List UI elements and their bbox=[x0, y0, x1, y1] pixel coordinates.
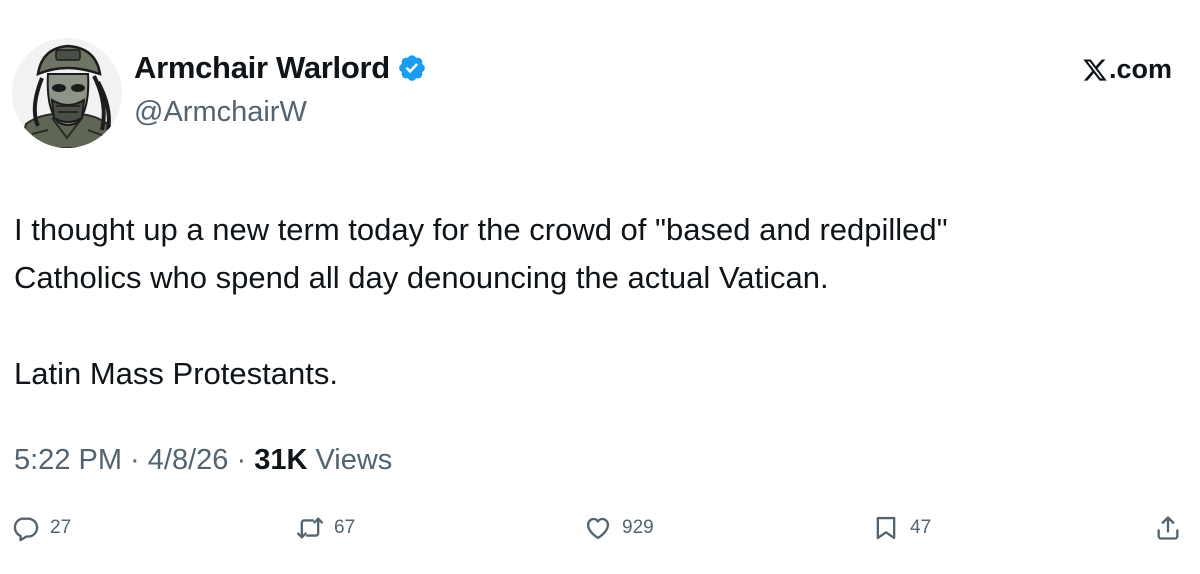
reply-button[interactable]: 27 bbox=[12, 506, 71, 550]
author-handle[interactable]: @ArmchairW bbox=[134, 96, 307, 129]
retweet-button[interactable]: 67 bbox=[296, 506, 355, 550]
brand-label: .com bbox=[1108, 54, 1172, 84]
avatar[interactable] bbox=[12, 38, 122, 148]
action-bar: 27 67 929 47 bbox=[0, 506, 1200, 550]
tweet-text-line: I thought up a new term today for the cr… bbox=[14, 212, 948, 247]
author-name-row: Armchair Warlord bbox=[134, 50, 427, 86]
tweet-date[interactable]: 4/8/26 bbox=[148, 444, 229, 477]
bookmark-button[interactable]: 47 bbox=[872, 506, 931, 550]
like-button[interactable]: 929 bbox=[584, 506, 654, 550]
tweet-time[interactable]: 5:22 PM bbox=[14, 444, 122, 477]
tweet-metadata: 5:22 PM · 4/8/26 · 31K Views bbox=[14, 444, 392, 477]
tweet-text-line: Catholics who spend all day denouncing t… bbox=[14, 260, 829, 295]
soldier-avatar-illustration bbox=[12, 38, 122, 148]
meta-separator: · bbox=[228, 444, 255, 476]
heart-icon bbox=[586, 517, 610, 540]
verified-badge-icon bbox=[399, 55, 425, 81]
reply-count: 27 bbox=[50, 517, 72, 538]
share-icon bbox=[1157, 516, 1179, 540]
like-count: 929 bbox=[622, 517, 654, 538]
brand-link[interactable]: .com bbox=[1082, 54, 1172, 85]
retweet-icon bbox=[296, 517, 324, 539]
x-logo-icon bbox=[1083, 58, 1107, 81]
views-count: 31K bbox=[254, 444, 308, 476]
retweet-count: 67 bbox=[334, 517, 356, 538]
bookmark-count: 47 bbox=[910, 517, 932, 538]
author-name[interactable]: Armchair Warlord bbox=[134, 50, 390, 86]
tweet-text: I thought up a new term today for the cr… bbox=[14, 206, 1184, 398]
share-button[interactable] bbox=[1154, 506, 1182, 550]
views-label: Views bbox=[307, 444, 393, 476]
bookmark-icon bbox=[876, 516, 896, 540]
meta-separator: · bbox=[122, 444, 148, 476]
tweet-card: Armchair Warlord @ArmchairW .com I thoug… bbox=[0, 0, 1200, 574]
tweet-text-line: Latin Mass Protestants. bbox=[14, 356, 338, 391]
reply-icon bbox=[13, 517, 39, 542]
